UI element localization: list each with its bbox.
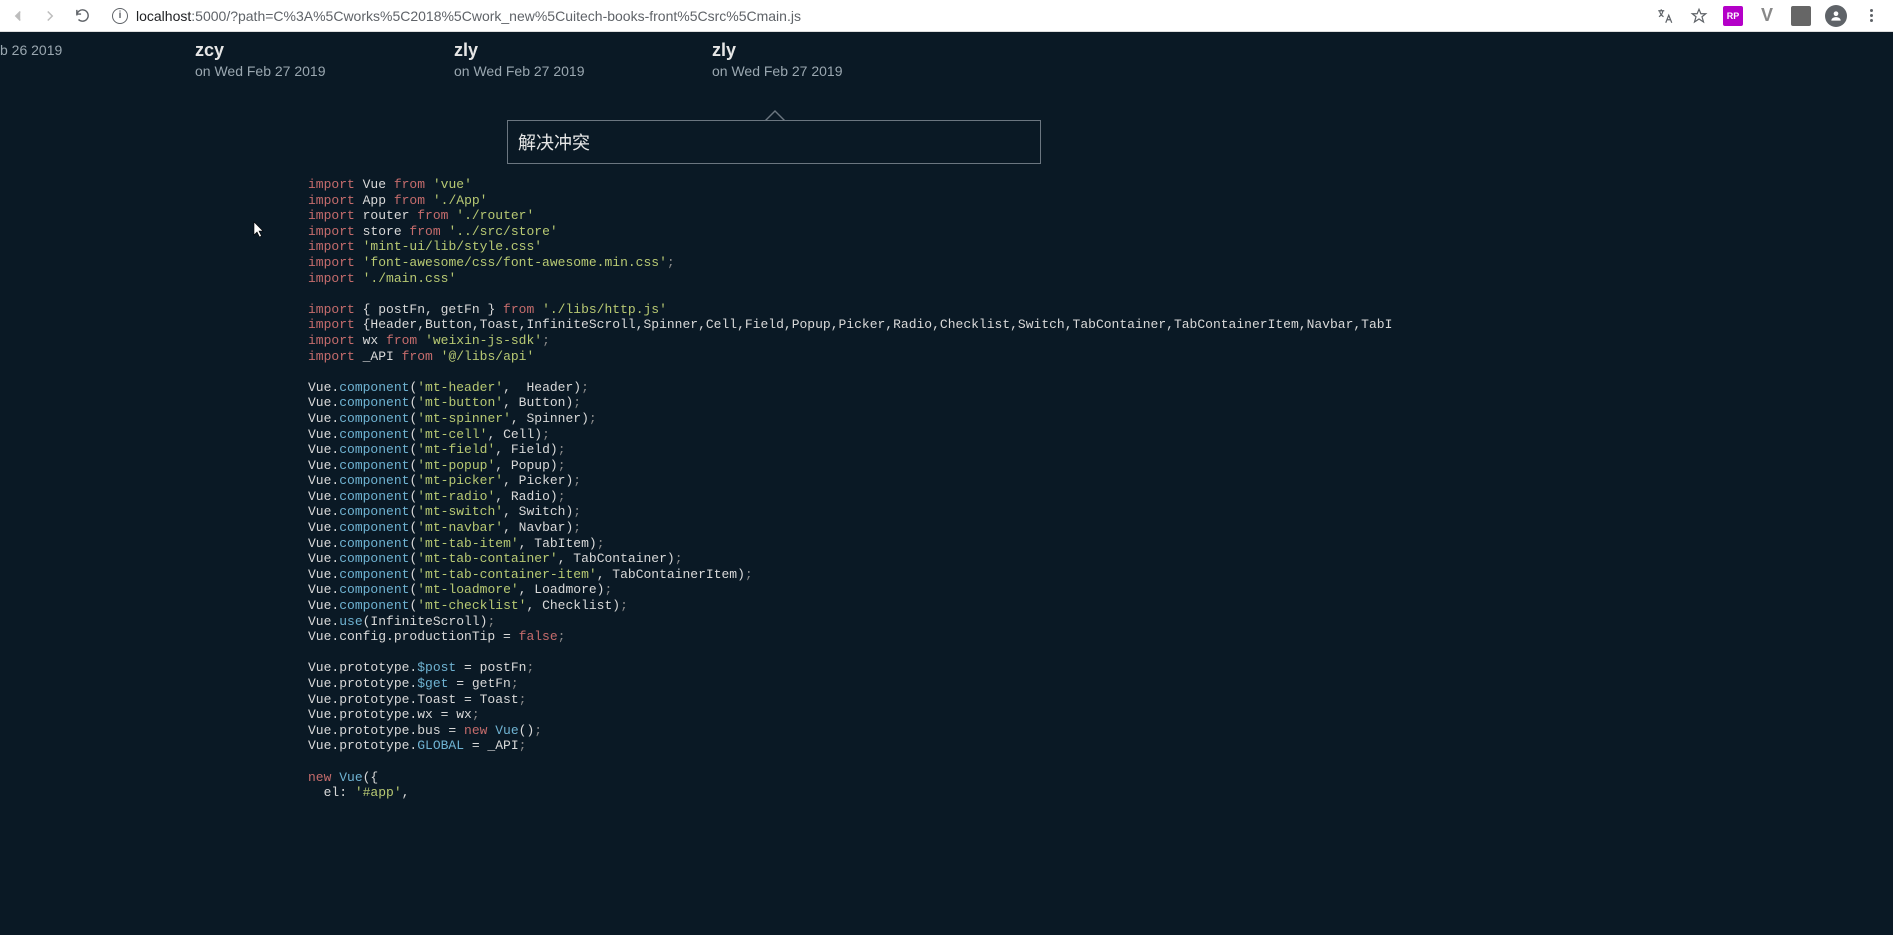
address-bar[interactable]: i localhost:5000/?path=C%3A%5Cworks%5C20… bbox=[102, 2, 1647, 30]
code-line: Vue.config.productionTip = false; bbox=[308, 629, 1873, 645]
code-view[interactable]: import Vue from 'vue'import App from './… bbox=[308, 177, 1873, 801]
commit-marker[interactable]: zcy on Wed Feb 27 2019 bbox=[195, 40, 326, 79]
translate-icon[interactable] bbox=[1655, 6, 1675, 26]
site-info-icon[interactable]: i bbox=[112, 8, 128, 24]
code-line: Vue.component('mt-picker', Picker); bbox=[308, 473, 1873, 489]
url-text: localhost:5000/?path=C%3A%5Cworks%5C2018… bbox=[136, 8, 801, 24]
extension-rp-icon[interactable]: RP bbox=[1723, 6, 1743, 26]
forward-button[interactable] bbox=[38, 4, 62, 28]
code-line: import store from '../src/store' bbox=[308, 224, 1873, 240]
commit-author: zly bbox=[712, 40, 843, 61]
code-line: Vue.component('mt-switch', Switch); bbox=[308, 504, 1873, 520]
commit-marker[interactable]: zly on Wed Feb 27 2019 bbox=[712, 40, 843, 79]
extension-vue-icon[interactable]: V bbox=[1757, 6, 1777, 26]
bookmark-icon[interactable] bbox=[1689, 6, 1709, 26]
code-line: Vue.prototype.$post = postFn; bbox=[308, 660, 1873, 676]
commit-marker[interactable]: b 26 2019 bbox=[0, 40, 62, 58]
browser-toolbar: i localhost:5000/?path=C%3A%5Cworks%5C20… bbox=[0, 0, 1893, 32]
code-line: Vue.component('mt-cell', Cell); bbox=[308, 427, 1873, 443]
commit-author: zly bbox=[454, 40, 585, 61]
code-line: Vue.prototype.GLOBAL = _API; bbox=[308, 738, 1873, 754]
code-line: Vue.component('mt-navbar', Navbar); bbox=[308, 520, 1873, 536]
code-line bbox=[308, 286, 1873, 302]
code-line: import './main.css' bbox=[308, 271, 1873, 287]
extension-grey-icon[interactable] bbox=[1791, 6, 1811, 26]
commit-author: zcy bbox=[195, 40, 326, 61]
code-line: new Vue({ bbox=[308, 770, 1873, 786]
app-viewport: b 26 2019 zcy on Wed Feb 27 2019 zly on Wed … bbox=[0, 32, 1893, 935]
code-line: el: '#app', bbox=[308, 785, 1873, 801]
code-line: import Vue from 'vue' bbox=[308, 177, 1873, 193]
code-line: Vue.component('mt-button', Button); bbox=[308, 395, 1873, 411]
code-line: Vue.prototype.$get = getFn; bbox=[308, 676, 1873, 692]
code-line: Vue.component('mt-popup', Popup); bbox=[308, 458, 1873, 474]
profile-avatar[interactable] bbox=[1825, 5, 1847, 27]
code-line: import 'font-awesome/css/font-awesome.mi… bbox=[308, 255, 1873, 271]
code-line: Vue.prototype.Toast = Toast; bbox=[308, 692, 1873, 708]
code-line: Vue.component('mt-header', Header); bbox=[308, 380, 1873, 396]
browser-actions: RP V bbox=[1655, 5, 1887, 27]
code-line bbox=[308, 645, 1873, 661]
mouse-cursor-icon bbox=[253, 221, 265, 239]
code-line: Vue.use(InfiniteScroll); bbox=[308, 614, 1873, 630]
code-line: import router from './router' bbox=[308, 208, 1873, 224]
code-line: Vue.component('mt-tab-container-item', T… bbox=[308, 567, 1873, 583]
code-line bbox=[308, 364, 1873, 380]
code-line: Vue.component('mt-field', Field); bbox=[308, 442, 1873, 458]
commit-date: on Wed Feb 27 2019 bbox=[195, 63, 326, 79]
code-line: Vue.component('mt-spinner', Spinner); bbox=[308, 411, 1873, 427]
code-line: import 'mint-ui/lib/style.css' bbox=[308, 239, 1873, 255]
back-button[interactable] bbox=[6, 4, 30, 28]
tooltip-arrow-icon bbox=[765, 110, 785, 120]
tooltip-message: 解决冲突 bbox=[507, 120, 1041, 164]
code-line: Vue.component('mt-tab-item', TabItem); bbox=[308, 536, 1873, 552]
code-line: Vue.component('mt-checklist', Checklist)… bbox=[308, 598, 1873, 614]
code-line: import _API from '@/libs/api' bbox=[308, 349, 1873, 365]
code-line: import wx from 'weixin-js-sdk'; bbox=[308, 333, 1873, 349]
code-line: import { postFn, getFn } from './libs/ht… bbox=[308, 302, 1873, 318]
code-line: import App from './App' bbox=[308, 193, 1873, 209]
code-line: Vue.component('mt-radio', Radio); bbox=[308, 489, 1873, 505]
code-line: Vue.component('mt-tab-container', TabCon… bbox=[308, 551, 1873, 567]
commit-tooltip: 解决冲突 bbox=[507, 120, 1041, 164]
commit-date: b 26 2019 bbox=[0, 42, 62, 58]
code-line: Vue.prototype.bus = new Vue(); bbox=[308, 723, 1873, 739]
commit-timeline: b 26 2019 zcy on Wed Feb 27 2019 zly on Wed … bbox=[0, 32, 1893, 92]
reload-button[interactable] bbox=[70, 4, 94, 28]
commit-date: on Wed Feb 27 2019 bbox=[712, 63, 843, 79]
commit-marker[interactable]: zly on Wed Feb 27 2019 bbox=[454, 40, 585, 79]
code-line: Vue.component('mt-loadmore', Loadmore); bbox=[308, 582, 1873, 598]
code-line: import {Header,Button,Toast,InfiniteScro… bbox=[308, 317, 1873, 333]
commit-date: on Wed Feb 27 2019 bbox=[454, 63, 585, 79]
code-line bbox=[308, 754, 1873, 770]
code-line: Vue.prototype.wx = wx; bbox=[308, 707, 1873, 723]
browser-menu-icon[interactable] bbox=[1861, 6, 1881, 26]
